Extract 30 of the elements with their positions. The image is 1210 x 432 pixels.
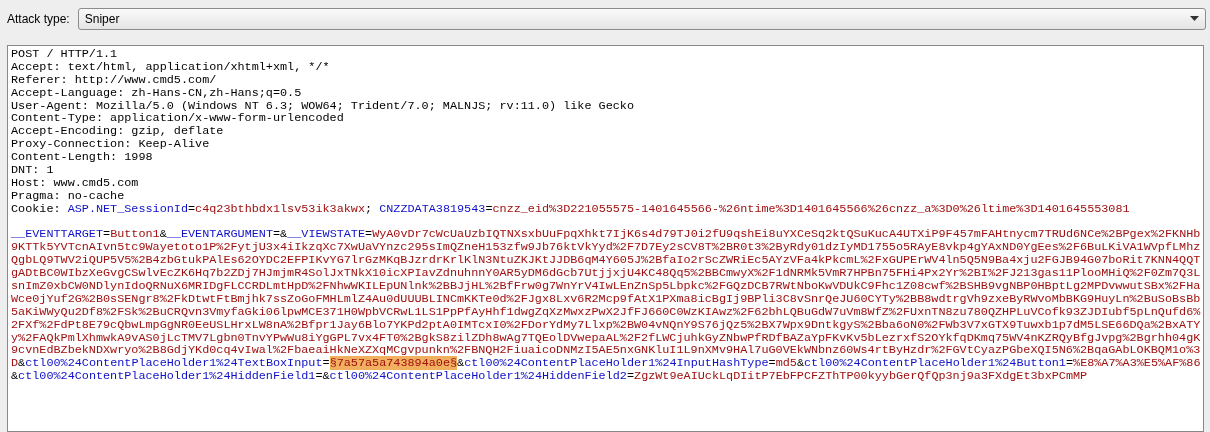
request-line: Accept-Language: zh-Hans-CN,zh-Hans;q=0.5 [11, 86, 303, 100]
request-line: gADtBC0WIbzXeGvgCSwlvEcZK6Hq7b2ZDj7HJmjmR4SolJxTNkX10icXPIavZdnuhnnY0AR5yDM6dGcb7UtjjxjU4KC48Qq5%2BBCmwyX%2F1dNRMk5VmR7HPBn75FHi4Px2Yr%2BI%2FJ213gas11PlooMHiQ%2F0Zm7Q3L [11, 267, 1200, 281]
request-line: y%2FAQkPmlXhmwkA9vAS0jLcTMV7Lgbn0TnvYPwWu8iYgGPL7vx4FT0%2BgkS8zilZDh8wAg7TQEolDVwepaAL%2F2fLWCjuhkGyZNbwPfRDfBAZaYpFKvKv5bLezrxfS2OYkfqDKmq75WV4nKZRQyBfgJvpg%2Bgrhh04gK [11, 331, 1200, 345]
request-line: Proxy-Connection: Keep-Alive [11, 138, 211, 152]
request-text: &ctl00%24ContentPlaceHolder1%24InputHashType=md5&ctl00%24ContentPlaceHolder1%24Button1=%E8%A7%A3%E5%AF%86 [457, 356, 1201, 371]
request-line: 9cvnEdBZbekNDXwryo%2B8GdjYKd0cq4vIwal%2FbaeaiHkNeXZXqMCgvpunkn%2FBNQH2FiuaicoDNMzI5AE5nxGNKluI1L9nXMv9HAl7uG0VEkWNbnz60Ws4rtByHzdr%2FGVtCyazPGbeXQI5N6%2BqaGAbLOKBQM1o%3 [11, 344, 1200, 358]
request-line: Content-Type: application/x-www-form-urlencoded [11, 112, 345, 126]
request-line: Accept-Encoding: gzip, deflate [11, 125, 225, 139]
request-line: 2FXf%2FdPt8E79cQbwLmpGgNR0EeUSLHrxLW8nA%2Bfpr1Jay6Blo7YKPd2ptA0IMTcxI0%2FDorYdMy7Llxp%2BW04vNQnY9S76jQz5%2BX7Wpx9DntkgyS%2Bba6oN0%2FWb3V7xGTX9Tuwxb1p7dM5LSE66DQa%2BxATY [11, 318, 1200, 332]
request-line: Host: www.cmd5.com [11, 176, 140, 190]
request-line: Cookie: ASP.NET_SessionId=c4q23bthbdx1lsv53ik3akwx; CNZZDATA3819543=cnzz_eid%3D221055575-1401645566-%26ntime%3D1401645566%26cnzz_a%3D0%26ltime%3D1401645553081 [11, 202, 1131, 216]
request-line: QgbLQ9TWV2iQUP5V5%2B4zbGtukPAlEs62OYDC2EFPIKvYG7lrGzMKqBJzrdrKrlKlN3NtuZKJKtJJDB6qM4Y605J%2BfaIo2rScZWRiEc5AYzVFa4kPkcmL%2FxGUPErWV4ln5Q5N9Ba4xju2FGJB94G07boRit7KNN4QQT [11, 254, 1200, 268]
request-line: Accept: text/html, application/xhtml+xml, */* [11, 60, 331, 74]
request-line: __EVENTTARGET=Button1&__EVENTARGUMENT=&__VIEWSTATE=WyA0vDr7cWcUaUzbIQTNXsxbUuFpqXhkt7IjK6s4d79TJ0i2fU9qshEi8uYXCeSq2ktQSuKucA4UTXiP9F457mFAHtnycm7TRUd6NCe%2BPgex%2FKNHb [11, 228, 1200, 242]
request-line: Content-Length: 1998 [11, 151, 154, 164]
request-editor[interactable] [7, 45, 1204, 432]
request-text: D&ctl00%24ContentPlaceHolder1%24TextBoxInput= [11, 356, 330, 371]
request-line: DNT: 1 [11, 164, 55, 177]
request-line: POST / HTTP/1.1 [11, 48, 119, 61]
request-line: Pragma: no-cache [11, 189, 126, 203]
attack-type-label: Attack type: [7, 11, 70, 26]
request-line: 5aKiWWyQu2Df8%2FSk%2BuCRQvn3VmyfaGki06lpwMCE371H0WpbVCRwL1LS1PpPfAyHhf1dwgZqXzMwxzPwX2JfFJ660C0WzKIAwz%2F62bhLQBuGdW7uVm8WfZ%2FUxnTN8zu780QZHPLuVCofk93ZJDIubf5pLnQufd6% [11, 305, 1200, 319]
request-line: &ctl00%24ContentPlaceHolder1%24HiddenField1=&ctl00%24ContentPlaceHolder1%24HiddenField2=ZgzWt9eAIUckLqDIitP7EbFPCFZThTP00kyybGerQfQp3nj9a3FXdgEt3bxPCmMP [11, 370, 1089, 384]
request-line: 9KTTk5YVTcnAIvn5tc9Wayetoto1P%2FytjU3x4iIkzqXc7XwUaVYnzc295sImQZneH153zfw9Jb76ktVkYyd%2F7D7Ey2sCV8T%2BR0t3%2ByRdy01dzIyMD1755o5RAyE8vkp4gYAxND0YgEes%2F6BuLKiVA1WVpfLMhz [11, 241, 1200, 255]
caret-icon [1190, 16, 1199, 21]
request-line: Referer: http://www.cmd5.com/ [11, 73, 218, 87]
request-line: snImZ0xbCW0NDlynIdoQRNuX6MRIDgFLCCRDLmtHpD%2FNhwWKILEpUNlnk%2BBJjHL%2BfFrw0g7WnYrV4IwLEnZnSp5Lbpkc%2FGQzDCB7RWtNboKwVDUkC9Fhc1Z08cwf%2BSHB9vgNBP0HBptLg2MPDvwwutSBx%2FHa [11, 280, 1200, 293]
request-line: Wce0jYuf2G%2B0sSENgr8%2FkDtwtFtBmjhk7ssZoGoFMHLmlZ4Au0dUUUBLINCmKKTe0d%2FJgx8Lxv6R2Mcp9fAtX1PXma8icBgIj9BPli3C8vSnrQeJU60CYTy%2BB8wdtrgVh9zxeByRWvoMbBKG9HuyLn%2BuSoBsBb [11, 292, 1200, 306]
attack-type-dropdown[interactable]: Sniper [77, 7, 1206, 30]
request-line: User-Agent: Mozilla/5.0 (Windows NT 6.3; WOW64; Trident/7.0; MALNJS; rv:11.0) like Gecko [11, 99, 635, 113]
